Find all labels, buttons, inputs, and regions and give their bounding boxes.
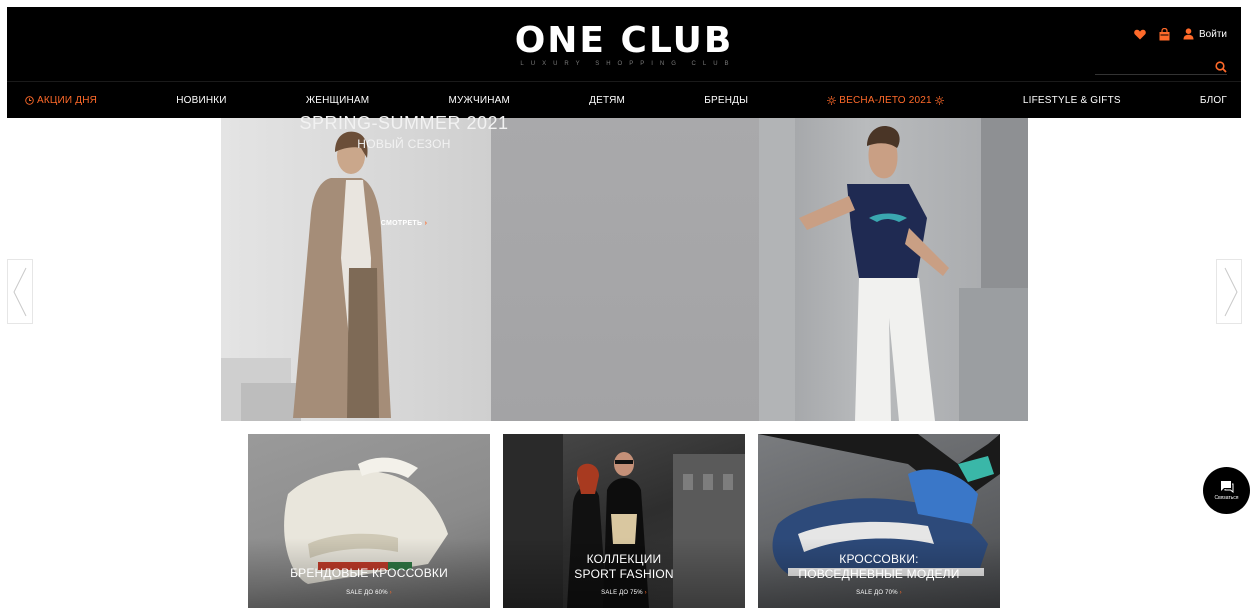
search-input[interactable]: [1083, 59, 1215, 74]
tile-title: КРОССОВКИ:: [839, 552, 919, 566]
tile-title: БРЕНДОВЫЕ КРОССОВКИ: [290, 566, 448, 580]
chat-icon: [1220, 481, 1233, 493]
nav-item-lifestyle-gifts[interactable]: Lifestyle & gifts: [1023, 95, 1121, 106]
login-button[interactable]: Войти: [1181, 27, 1227, 41]
nav-item-deals[interactable]: Акции дня: [25, 95, 97, 106]
logo-main-text: ONE CLUB: [514, 20, 734, 61]
nav-label: Бренды: [704, 94, 749, 106]
tile-sale-label: SALE ДО 70% ›: [856, 590, 902, 596]
slider-next-button[interactable]: [1216, 259, 1242, 324]
nav-item-women[interactable]: Женщинам: [306, 95, 370, 106]
nav-item-kids[interactable]: Детям: [589, 95, 625, 106]
tile-sale-label: SALE ДО 60% ›: [346, 590, 392, 596]
user-tools: Войти: [1133, 25, 1227, 43]
hero-photo-man: [759, 118, 1028, 421]
main-nav: Акции дня Новинки Женщинам Мужчинам Детя…: [7, 81, 1241, 118]
hero-watch-link[interactable]: СМОТРЕТЬ ›: [270, 220, 538, 227]
tile-title-line2: ПОВСЕДНЕВНЫЕ МОДЕЛИ: [798, 567, 960, 581]
user-icon: [1181, 27, 1195, 41]
hero-center-panel: [491, 118, 759, 421]
nav-label: Детям: [589, 94, 626, 106]
login-label: Войти: [1199, 28, 1227, 40]
nav-label: Lifestyle & gifts: [1022, 94, 1121, 106]
site-header: ONE CLUB LUXURY SHOPPING CLUB Войти АКЦИ…: [7, 7, 1241, 118]
clock-icon: [25, 95, 34, 105]
nav-item-men[interactable]: Мужчинам: [448, 95, 510, 106]
search-box: [1083, 59, 1227, 75]
nav-item-blog[interactable]: Блог: [1200, 95, 1227, 106]
nav-item-new[interactable]: Новинки: [176, 95, 227, 106]
site-logo[interactable]: ONE CLUB LUXURY SHOPPING CLUB: [7, 21, 1241, 68]
hero-title: SPRING-SUMMER 2021: [299, 113, 509, 133]
hero-subtitle: НОВЫЙ СЕЗОН: [357, 137, 451, 151]
category-tile-casual-sneakers[interactable]: КРОССОВКИ: ПОВСЕДНЕВНЫЕ МОДЕЛИ SALE ДО 7…: [758, 434, 1000, 608]
nav-label: Новинки: [176, 94, 227, 106]
tile-sale-label: SALE ДО 75% ›: [601, 590, 647, 596]
heart-icon[interactable]: [1133, 27, 1147, 41]
logo-tagline: LUXURY SHOPPING CLUB: [520, 61, 736, 67]
bag-icon[interactable]: [1157, 27, 1171, 41]
chevron-right-icon: [1224, 267, 1238, 317]
page: ONE CLUB LUXURY SHOPPING CLUB Войти АКЦИ…: [0, 0, 1257, 608]
nav-label: Весна-лето 2021: [839, 94, 932, 106]
hero-photo-woman: [221, 118, 491, 421]
sun-icon: [827, 95, 837, 105]
chevron-left-icon: [13, 267, 27, 317]
chat-label: Связаться: [1214, 495, 1239, 501]
hero-cta-label: СМОТРЕТЬ: [380, 220, 423, 227]
category-tile-brand-sneakers[interactable]: БРЕНДОВЫЕ КРОССОВКИ SALE ДО 60% ›: [248, 434, 490, 608]
woman-figure-illustration: [221, 131, 391, 421]
category-tile-sport-fashion[interactable]: КОЛЛЕКЦИИ SPORT FASHION SALE ДО 75% ›: [503, 434, 745, 608]
tile-title-line2: SPORT FASHION: [574, 567, 674, 581]
tile-title: КОЛЛЕКЦИИ: [586, 552, 662, 566]
man-figure-illustration: [759, 118, 1028, 421]
nav-item-spring-summer[interactable]: Весна-лето 2021: [827, 94, 944, 106]
sun-icon: [934, 95, 944, 105]
hero-banner[interactable]: [221, 118, 1028, 421]
nav-label: Женщинам: [305, 94, 370, 106]
nav-item-brands[interactable]: Бренды: [704, 95, 748, 106]
contact-chat-button[interactable]: Связаться: [1203, 467, 1250, 514]
chevron-right-icon: ›: [424, 220, 428, 227]
nav-label: Акции дня: [37, 94, 98, 106]
slider-prev-button[interactable]: [7, 259, 33, 324]
search-icon[interactable]: [1215, 60, 1227, 74]
nav-label: Блог: [1199, 94, 1227, 106]
nav-label: Мужчинам: [448, 94, 511, 106]
